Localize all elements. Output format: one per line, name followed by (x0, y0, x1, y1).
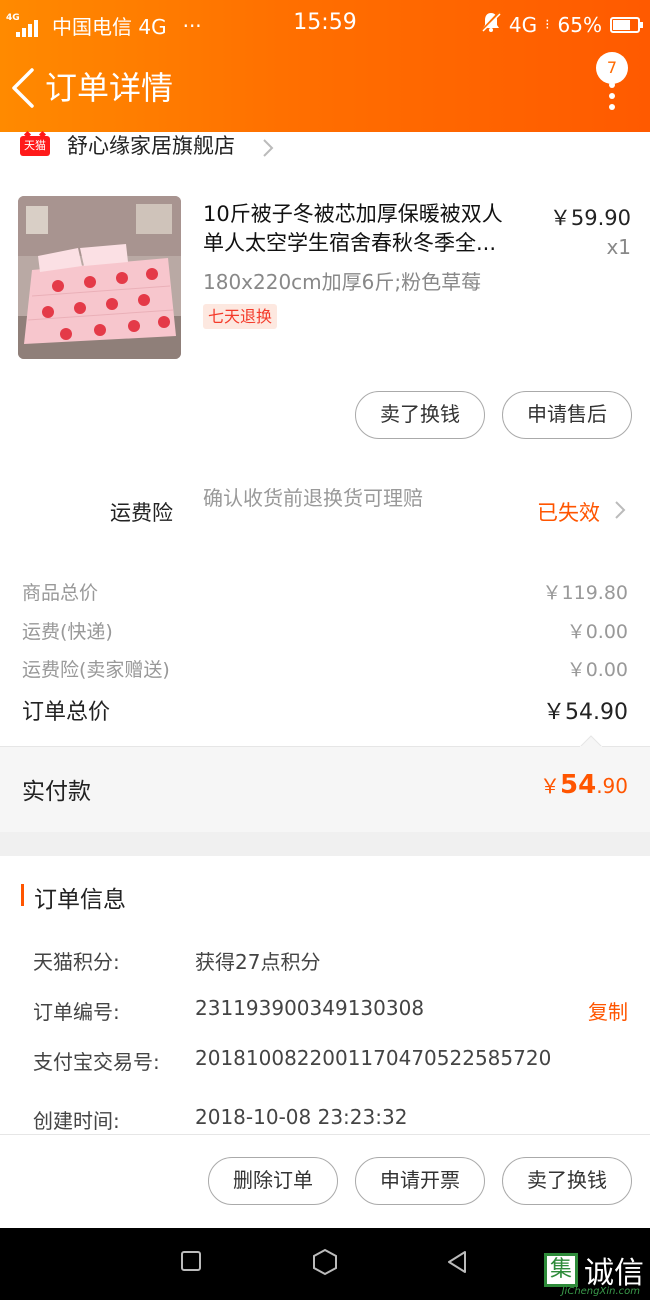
message-count-badge: 7 (596, 52, 628, 84)
copy-order-number-button[interactable]: 复制 (588, 996, 628, 1025)
after-sale-button[interactable]: 申请售后 (502, 391, 632, 439)
paid-label: 实付款 (22, 779, 91, 805)
info-key: 创建时间: (33, 1109, 120, 1133)
info-value: 231193900349130308 (195, 996, 425, 1020)
more-dots-icon (609, 82, 615, 115)
product-image[interactable] (18, 196, 181, 359)
sell-item-button[interactable]: 卖了换钱 (355, 391, 485, 439)
info-row-created-time: 创建时间: 2018-10-08 23:23:32 (33, 1105, 628, 1135)
recents-icon[interactable] (180, 1250, 202, 1276)
delete-order-button[interactable]: 删除订单 (208, 1157, 338, 1205)
product-title[interactable]: 10斤被子冬被芯加厚保暖被双人 单人太空学生宿舍春秋冬季全... (203, 200, 539, 258)
product-quantity: x1 (606, 235, 631, 259)
shipping-insurance-label: 运费险 (110, 501, 173, 525)
sell-button[interactable]: 卖了换钱 (502, 1157, 632, 1205)
price-value: ￥119.80 (542, 582, 628, 604)
battery-percent: 65% (557, 12, 602, 37)
price-row-order-total: 订单总价 ￥54.90 (22, 694, 628, 725)
product-title-line1: 10斤被子冬被芯加厚保暖被双人 (203, 202, 503, 226)
network-label: 4G (508, 12, 538, 37)
product-title-line2: 单人太空学生宿舍春秋冬季全... (203, 231, 497, 255)
price-row-insurance: 运费险(卖家赠送) ￥0.00 (22, 655, 628, 683)
info-value: 2018-10-08 23:23:32 (195, 1105, 408, 1129)
divider (0, 746, 650, 747)
watermark-url: JiChengXin.com (561, 1286, 640, 1297)
section-gap (0, 832, 650, 856)
signal-small-icon: ⁝ (545, 16, 550, 33)
back-button[interactable] (8, 66, 44, 110)
chevron-right-icon (614, 500, 626, 520)
info-value: 获得27点积分 (195, 950, 321, 974)
tmall-icon: 天猫 (20, 136, 50, 156)
shop-name: 舒心缘家居旗舰店 (67, 134, 235, 158)
info-row-points: 天猫积分: 获得27点积分 (33, 946, 628, 976)
info-key: 天猫积分: (33, 950, 120, 974)
back-nav-icon[interactable] (446, 1250, 468, 1278)
price-value: ￥0.00 (566, 659, 628, 681)
paid-currency: ￥ (540, 774, 560, 798)
paid-integer: 54 (560, 770, 597, 800)
price-label: 运费(快递) (22, 621, 113, 643)
info-key: 支付宝交易号: (33, 1050, 160, 1074)
back-arrow-icon (12, 68, 34, 108)
shipping-insurance-description: 确认收货前退换货可理赔 (203, 486, 423, 510)
price-value: ￥0.00 (566, 621, 628, 643)
info-row-order-number: 订单编号: 231193900349130308 复制 (33, 996, 628, 1026)
price-label: 商品总价 (22, 582, 99, 604)
order-info-title: 订单信息 (34, 887, 126, 913)
info-value: 2018100822001170470522585720 (195, 1046, 552, 1070)
info-row-alipay-trade-number: 支付宝交易号: 2018100822001170470522585720 (33, 1046, 628, 1076)
battery-icon (610, 16, 643, 33)
section-marker (21, 884, 24, 906)
mute-icon (480, 10, 501, 38)
status-bar: 4G 中国电信 4G ··· 15:59 4G ⁝ 65% (0, 0, 650, 46)
info-key: 订单编号: (33, 1000, 120, 1024)
shop-row[interactable]: 天猫 舒心缘家居旗舰店 (0, 132, 650, 172)
product-price: ￥59.90 (549, 206, 631, 230)
paid-amount: ￥54.90 (540, 770, 628, 800)
watermark-box: 集 (544, 1253, 578, 1287)
home-icon[interactable] (312, 1248, 338, 1280)
header-bar: 4G 中国电信 4G ··· 15:59 4G ⁝ 65% 订单详情 7 (0, 0, 650, 132)
request-invoice-button[interactable]: 申请开票 (355, 1157, 485, 1205)
product-sku: 180x220cm加厚6斤;粉色草莓 (203, 270, 482, 294)
price-value: ￥54.90 (543, 700, 628, 725)
return-policy-tag: 七天退换 (203, 304, 278, 329)
price-label: 运费险(卖家赠送) (22, 659, 170, 681)
price-label: 订单总价 (22, 700, 111, 725)
price-row-shipping: 运费(快递) ￥0.00 (22, 617, 628, 645)
price-row-subtotal: 商品总价 ￥119.80 (22, 578, 628, 606)
shipping-insurance-status[interactable]: 已失效 (537, 497, 600, 527)
paid-decimal: .90 (596, 774, 628, 798)
caret-up-icon (580, 735, 602, 747)
bottom-action-bar: 删除订单 申请开票 卖了换钱 (0, 1134, 650, 1228)
more-menu-button[interactable]: 7 (596, 52, 632, 112)
page-title: 订单详情 (45, 69, 174, 107)
chevron-right-icon (262, 138, 274, 158)
